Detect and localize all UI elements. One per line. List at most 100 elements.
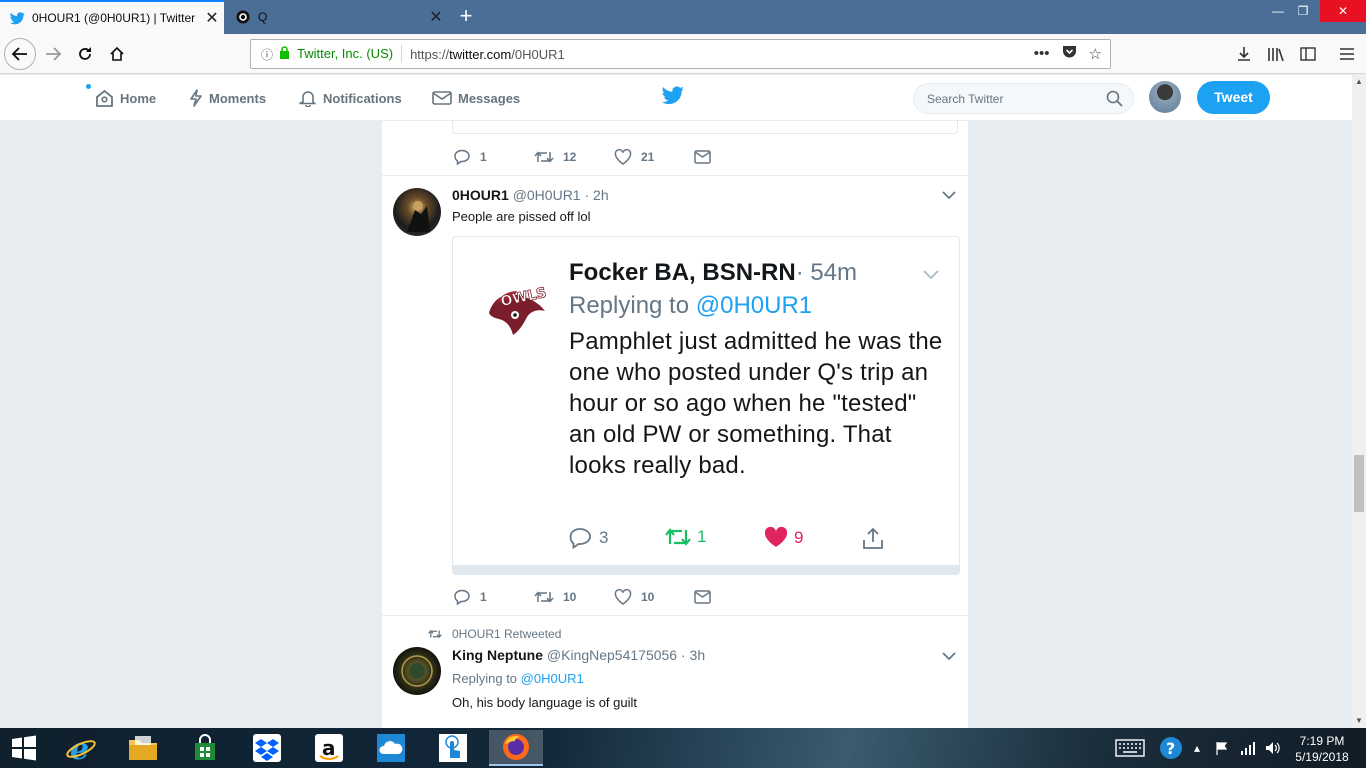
nav-notifications[interactable]: Notifications [299,75,402,121]
tweet-header: 0HOUR1 @0H0UR1 · 2h [452,187,609,203]
avatar[interactable] [393,647,441,695]
close-tab-icon[interactable]: ✕ [424,7,448,27]
tweet-button[interactable]: Tweet [1197,81,1270,114]
flag-icon[interactable] [1215,728,1229,768]
tab-q[interactable]: Q ✕ [226,0,448,34]
file-explorer-icon[interactable] [119,730,167,766]
previous-card-edge [452,121,958,134]
help-icon[interactable]: ? [1159,728,1183,768]
retweet-count: 10 [563,590,577,604]
nav-home[interactable]: Home [95,75,156,121]
scroll-up-icon[interactable]: ▲ [1352,75,1366,89]
dropbox-icon[interactable] [243,730,291,766]
chevron-down-icon [923,267,939,285]
like-button[interactable]: 10 [614,589,694,605]
downloads-icon[interactable] [1229,39,1259,69]
tweet-time[interactable]: · 2h [584,187,608,203]
tweet-handle[interactable]: @KingNep54175056 [547,647,677,663]
page-scrollbar[interactable]: ▲ ▼ [1352,75,1366,728]
bookmark-star-icon[interactable]: ☆ [1089,45,1102,63]
retweet-button[interactable]: 10 [534,590,614,604]
reload-icon[interactable] [70,39,100,69]
network-icon[interactable] [1240,728,1256,768]
search-icon[interactable] [1106,90,1123,110]
direct-message-button[interactable] [694,590,774,604]
new-tab-icon[interactable]: + [452,3,480,31]
nav-moments[interactable]: Moments [189,75,266,121]
nav-messages[interactable]: Messages [432,75,520,121]
retweet-button[interactable]: 12 [534,150,614,164]
reply-count: 1 [480,590,487,604]
home-icon[interactable] [102,39,132,69]
tweet-separator [382,175,968,176]
pocket-icon[interactable] [1062,45,1077,63]
tweet-fullname[interactable]: King Neptune [452,647,543,663]
tray-expand-icon[interactable]: ▴ [1194,728,1200,768]
system-clock[interactable]: 7:19 PM 5/19/2018 [1282,733,1362,765]
share-icon [861,527,891,551]
site-identity[interactable]: Twitter, Inc. (US) [295,45,403,63]
sidebar-icon[interactable] [1293,39,1323,69]
volume-icon[interactable] [1265,728,1281,768]
svg-text:?: ? [1166,739,1175,758]
embedded-reply: 3 [569,527,608,549]
lock-icon[interactable] [279,46,295,62]
avatar[interactable] [393,188,441,236]
onedrive-icon[interactable] [367,730,415,766]
internet-explorer-icon[interactable]: e [57,730,105,766]
browser-tab-bar: 0HOUR1 (@0H0UR1) | Twitter ✕ Q ✕ + — ❐ ✕ [0,0,1366,34]
retweet-icon [534,591,554,603]
envelope-icon [694,590,711,604]
twitter-global-nav: Home Moments Notifications Messages Sear… [0,75,1352,121]
amazon-icon[interactable]: a [305,730,353,766]
reply-button[interactable]: 1 [454,149,534,165]
scroll-down-icon[interactable]: ▼ [1352,714,1366,728]
twitter-logo-icon[interactable] [662,86,684,110]
retweeted-by-label[interactable]: 0HOUR1 Retweeted [452,627,561,641]
tab-title: 0HOUR1 (@0H0UR1) | Twitter [32,11,196,25]
menu-hamburger-icon[interactable] [1332,39,1362,69]
reply-button[interactable]: 1 [454,589,534,605]
account-avatar[interactable] [1149,81,1181,113]
scroll-thumb[interactable] [1354,455,1364,512]
library-icon[interactable] [1261,39,1291,69]
retweeted-context: 0HOUR1 Retweeted [428,627,561,641]
twitter-bird-icon [9,10,25,26]
tab-twitter[interactable]: 0HOUR1 (@0H0UR1) | Twitter ✕ [0,0,224,34]
forward-arrow-icon[interactable] [38,39,68,69]
replying-to-link[interactable]: @0H0UR1 [521,671,584,686]
chevron-down-icon[interactable] [942,187,956,205]
retweet-icon [665,528,691,546]
like-count: 21 [641,150,655,164]
like-button[interactable]: 21 [614,149,694,165]
page-actions-icon[interactable]: ••• [1034,45,1050,63]
window-close-icon[interactable]: ✕ [1320,0,1366,22]
tweet-time[interactable]: · 3h [681,647,705,663]
embedded-author-name: Focker BA, BSN-RN [569,259,796,286]
browser-nav-bar: ⓘ Twitter, Inc. (US) https://twitter.com… [0,34,1366,74]
search-placeholder: Search Twitter [927,91,1004,106]
tweet-fullname[interactable]: 0HOUR1 [452,187,509,203]
firefox-icon[interactable] [489,730,543,766]
keyboard-icon[interactable] [1115,728,1145,768]
close-tab-icon[interactable]: ✕ [200,8,224,28]
direct-message-button[interactable] [694,150,774,164]
new-content-dot [86,84,91,89]
store-icon[interactable] [181,730,229,766]
tweet-separator [382,615,968,616]
back-arrow-icon[interactable] [4,38,36,70]
restore-icon[interactable]: ❐ [1281,0,1325,22]
embedded-tweet-text: Pamphlet just admitted he was the one wh… [569,328,943,479]
chevron-down-icon[interactable] [942,648,956,666]
info-icon[interactable]: ⓘ [255,46,279,63]
url-bar[interactable]: ⓘ Twitter, Inc. (US) https://twitter.com… [250,39,1111,69]
reply-icon [569,528,591,549]
like-count: 10 [641,590,655,604]
embedded-retweet: 1 [665,527,706,547]
embedded-tweet-image[interactable]: · · · OWLS Focker BA, BSN-RN· 54m Replyi… [452,236,960,575]
touch-icon[interactable] [429,730,477,766]
windows-start-icon[interactable] [0,730,48,766]
url-text[interactable]: https://twitter.com/0H0UR1 [402,47,1034,62]
tweet-handle[interactable]: @0H0UR1 [513,187,581,203]
search-input[interactable]: Search Twitter [913,83,1134,114]
